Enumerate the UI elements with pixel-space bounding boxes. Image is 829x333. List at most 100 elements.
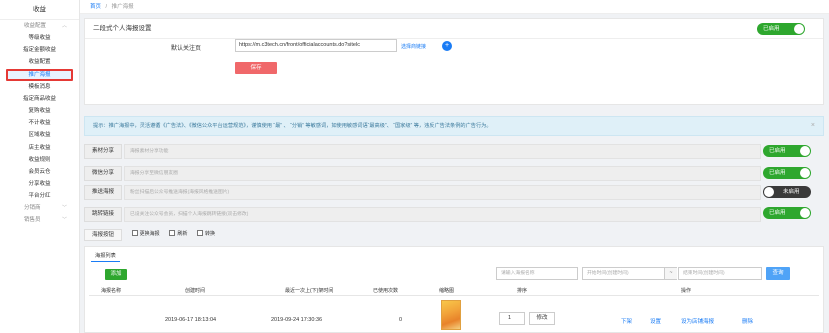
follow-page-label: 默认关注页 — [171, 46, 202, 52]
share-row-input[interactable]: 粉丝扫描后公众号推送海报(海报风格推送图片) — [124, 185, 761, 200]
poster-name-filter[interactable]: 请输入海报名称 — [496, 267, 578, 280]
share-row-name: 跳转链接 — [84, 207, 122, 222]
sidebar-item-income-config[interactable]: 收益配置 — [0, 56, 79, 68]
share-row: 素材分享 海报素材分享功能 — [84, 144, 784, 159]
checkbox-box — [169, 230, 176, 236]
toggle-label: 已启用 — [769, 170, 786, 176]
toggle-label: 已启用 — [769, 148, 786, 154]
checkbox-box — [131, 230, 138, 236]
sidebar-item-repurchase[interactable]: 复购收益 — [0, 105, 79, 117]
start-date-filter[interactable]: 开始时间(创建时间) — [582, 267, 665, 280]
col-header: 已使用次数 — [373, 288, 399, 294]
col-header: 缩略图 — [439, 288, 455, 294]
share-row: 微信分享 海报分享至微信朋友圈 — [84, 166, 784, 181]
chevron-up-icon: ︿ — [62, 23, 68, 29]
notice-banner: 提示：推广海报中，灵活遵循《广告法》、《微信公众平台运营规范》，谨慎使用 “最”… — [84, 116, 824, 136]
set-shop-poster-link[interactable]: 设为店铺海报 — [681, 317, 714, 325]
sidebar-group-label: 分销商 — [24, 205, 41, 212]
sidebar-item-amount-income[interactable]: 指定金额收益 — [0, 44, 79, 56]
jump-link-toggle[interactable]: 已启用 — [763, 207, 811, 219]
share-row-name: 推送海报 — [84, 185, 122, 200]
breadcrumb-current: 推广海报 — [111, 4, 134, 10]
sidebar-item-region-income[interactable]: 区域收益 — [0, 129, 79, 141]
share-row: 跳转链接 已设关注公众号会员，扫描个人海报跳转链接(双击修改) — [84, 207, 784, 222]
sidebar-item-level-income[interactable]: 等级收益 — [0, 32, 79, 44]
push-poster-toggle[interactable]: 未启用 — [763, 186, 811, 198]
checkbox-refresh[interactable]: 刷新 — [169, 230, 187, 237]
toggle-knob — [794, 24, 804, 34]
choose-link[interactable]: 选择商链接 — [401, 43, 426, 50]
sidebar-group-distributor[interactable]: 分销商 ﹀ — [0, 202, 79, 214]
sidebar-item-income-rules[interactable]: 收益规则 — [0, 154, 79, 166]
poster-list-card: 海报列表 添加 请输入海报名称 开始时间(创建时间) ~ 结束时间(创建时间) … — [84, 246, 824, 333]
edit-button[interactable]: 修改 — [529, 312, 555, 325]
sidebar-item-product-income[interactable]: 指定商品收益 — [0, 93, 79, 105]
sidebar-item-platform-dividend[interactable]: 平台分红 — [0, 190, 79, 202]
cell-last-shelf: 2019-09-24 17:30:36 — [271, 317, 323, 323]
share-row-name: 素材分享 — [84, 144, 122, 159]
material-share-toggle[interactable]: 已启用 — [763, 145, 811, 157]
sidebar-item-owner-income[interactable]: 店主收益 — [0, 142, 79, 154]
wechat-share-toggle[interactable]: 已启用 — [763, 167, 811, 179]
poster-settings-card: 二段式个人海报设置 已启用 默认关注页 https://m.c3tech.cn/… — [84, 18, 824, 105]
checkbox-box — [197, 230, 204, 236]
toggle-label: 未启用 — [783, 189, 800, 195]
toggle-knob — [800, 168, 810, 178]
col-header: 排序 — [517, 288, 528, 294]
save-button[interactable]: 保存 — [235, 62, 277, 74]
cell-created: 2019-06-17 18:13:04 — [165, 317, 217, 323]
cell-used: 0 — [399, 317, 403, 323]
unshelf-link[interactable]: 下架 — [621, 317, 632, 325]
breadcrumb-sep: / — [105, 4, 108, 10]
sort-input[interactable]: 1 — [499, 312, 525, 325]
share-row-input[interactable]: 已设关注公众号会员，扫描个人海报跳转链接(双击修改) — [124, 207, 761, 222]
sidebar-item-member-warehouse[interactable]: 会员云仓 — [0, 166, 79, 178]
add-button[interactable]: 添加 — [105, 269, 127, 280]
close-icon[interactable]: × — [811, 117, 815, 135]
checkbox-change-poster[interactable]: 更换海报 — [131, 230, 160, 237]
sidebar-group-label: 销售员 — [24, 217, 41, 224]
chevron-down-icon: ﹀ — [62, 217, 68, 224]
date-range-sep: ~ — [665, 267, 677, 280]
share-row-name: 微信分享 — [84, 166, 122, 181]
table-divider — [89, 295, 819, 296]
checkbox-convert[interactable]: 转换 — [197, 230, 215, 237]
breadcrumb-home[interactable]: 首页 — [90, 4, 101, 10]
checkbox-label: 更换海报 — [139, 230, 160, 237]
sidebar-item-template-msg[interactable]: 模板消息 — [0, 81, 79, 93]
poster-buttons-row: 海报按钮 更换海报 刷新 转换 — [84, 229, 215, 241]
sidebar-item-no-income[interactable]: 不计收益 — [0, 117, 79, 129]
sidebar-group-config[interactable]: 收益配置 ︿ — [0, 20, 79, 32]
search-button[interactable]: 查询 — [766, 267, 790, 280]
end-date-filter[interactable]: 结束时间(创建时间) — [678, 267, 762, 280]
poster-buttons-label: 海报按钮 — [84, 229, 122, 241]
add-icon[interactable]: + — [442, 41, 452, 51]
main-content: 首页 / 推广海报 二段式个人海报设置 已启用 默认关注页 https://m.… — [80, 0, 829, 333]
tab-poster-list[interactable]: 海报列表 — [91, 250, 120, 262]
settings-link[interactable]: 设置 — [650, 317, 661, 325]
col-header: 海报名称 — [101, 288, 122, 294]
toggle-knob — [800, 208, 810, 218]
toggle-label: 已启用 — [763, 26, 780, 32]
sidebar-group-label: 收益配置 — [24, 23, 47, 29]
share-row: 推送海报 粉丝扫描后公众号推送海报(海报风格推送图片) — [84, 185, 784, 200]
col-header: 最近一次上(下)架时间 — [285, 288, 334, 294]
checkbox-label: 刷新 — [177, 230, 188, 237]
delete-link[interactable]: 删除 — [742, 317, 753, 325]
sidebar-item-share-income[interactable]: 分享收益 — [0, 178, 79, 190]
sidebar-group-salesman[interactable]: 销售员 ﹀ — [0, 214, 79, 226]
poster-settings-title: 二段式个人海报设置 — [85, 19, 823, 39]
chevron-down-icon: ﹀ — [62, 205, 68, 212]
share-row-input[interactable]: 海报素材分享功能 — [124, 144, 761, 159]
poster-settings-toggle[interactable]: 已启用 — [757, 23, 805, 35]
breadcrumb: 首页 / 推广海报 — [80, 0, 829, 14]
poster-thumbnail[interactable] — [441, 300, 461, 330]
sidebar-item-poster[interactable]: 推广海报 — [6, 68, 73, 81]
sidebar-title: 收益 — [0, 0, 79, 20]
follow-url-input[interactable]: https://m.c3tech.cn/front/officialaccoun… — [235, 39, 397, 52]
share-row-input[interactable]: 海报分享至微信朋友圈 — [124, 166, 761, 181]
col-header: 创建时间 — [185, 288, 206, 294]
checkbox-label: 转换 — [205, 230, 216, 237]
notice-text: 提示：推广海报中，灵活遵循《广告法》、《微信公众平台运营规范》，谨慎使用 “最”… — [93, 123, 492, 129]
sidebar: 收益 收益配置 ︿ 等级收益 指定金额收益 收益配置 推广海报 模板消息 指定商… — [0, 0, 80, 333]
